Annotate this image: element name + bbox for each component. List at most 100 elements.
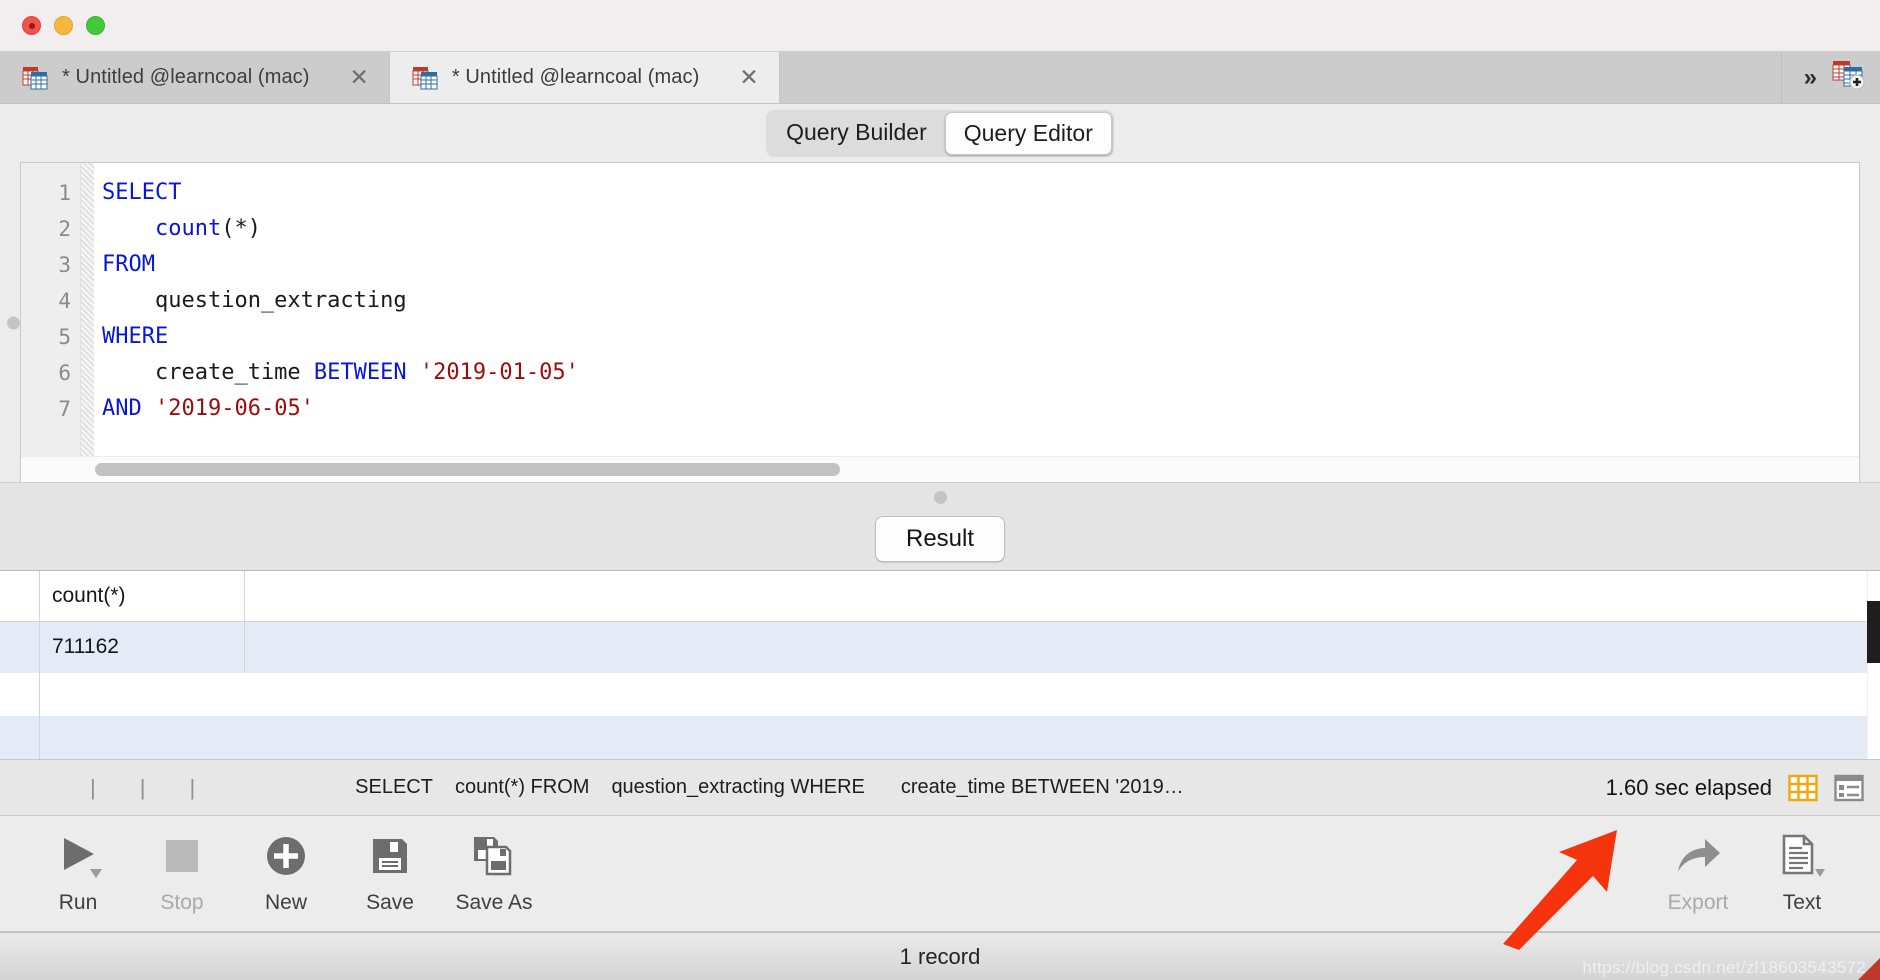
cell-count-value[interactable]: 711162 <box>40 621 245 673</box>
tab-query-editor[interactable]: Query Editor <box>944 111 1112 155</box>
result-tab-button[interactable]: Result <box>874 516 1006 562</box>
plus-circle-icon <box>263 830 309 882</box>
stop-label: Stop <box>160 891 204 914</box>
floppy-disk-icon <box>368 830 412 882</box>
sql-summary-part: SELECT <box>355 776 433 798</box>
code-token: count <box>154 216 222 241</box>
tab-bar-spacer <box>779 52 1782 103</box>
share-arrow-icon <box>1673 830 1723 882</box>
table-row-empty[interactable] <box>0 672 1880 716</box>
text-button[interactable]: Text <box>1750 830 1854 915</box>
line-number: 3 <box>58 253 71 277</box>
tab-title: * Untitled @learncoal (mac) <box>62 66 310 88</box>
code-token: SELECT <box>102 180 182 205</box>
code-line: AND '2019-06-05' <box>102 391 1859 427</box>
export-button[interactable]: Export <box>1646 830 1750 915</box>
stop-button[interactable]: Stop <box>130 830 234 915</box>
scrollbar-thumb[interactable] <box>95 463 840 476</box>
grid-right-scrollbar[interactable] <box>1867 571 1880 759</box>
save-as-button[interactable]: Save As <box>442 830 546 915</box>
close-window-button[interactable] <box>22 16 41 35</box>
column-header-count[interactable]: count(*) <box>40 571 245 621</box>
traffic-light-controls <box>22 16 105 35</box>
database-client-window: * Untitled @learncoal (mac) ✕ * Untitled… <box>0 0 1880 980</box>
footer-status-bar: 1 record https://blog.csdn.net/zl1860354… <box>0 932 1880 980</box>
status-dividers: | | | <box>0 775 195 801</box>
editor-side-handle[interactable] <box>7 316 20 329</box>
new-label: New <box>264 891 307 914</box>
sql-summary: SELECT count(*) FROM question_extracting… <box>355 776 1184 799</box>
code-token: '2019-01-05' <box>419 360 579 385</box>
export-label: Export <box>1667 891 1729 914</box>
sql-editor: 1 2 3 4 5 6 7 SELECT count(*) FROM questi… <box>7 162 1860 482</box>
code-line: FROM <box>102 247 1859 283</box>
tab-bar: * Untitled @learncoal (mac) ✕ * Untitled… <box>0 52 1880 104</box>
run-button[interactable]: Run <box>26 830 130 915</box>
line-number: 7 <box>58 397 71 421</box>
line-number-gutter: 1 2 3 4 5 6 7 <box>21 163 81 456</box>
maximize-window-button[interactable] <box>86 16 105 35</box>
save-button[interactable]: Save <box>338 830 442 915</box>
text-document-icon <box>1778 830 1826 882</box>
sql-summary-part: create_time BETWEEN '2019… <box>900 776 1184 798</box>
watermark-text: https://blog.csdn.net/zl18603543572 <box>1582 958 1866 977</box>
code-line: SELECT <box>102 175 1859 211</box>
form-view-icon[interactable] <box>1834 773 1864 803</box>
tab-untitled-1[interactable]: * Untitled @learncoal (mac) ✕ <box>0 52 390 103</box>
splitter-handle[interactable] <box>933 491 947 504</box>
row-selector-cell[interactable] <box>0 621 40 673</box>
table-row-empty[interactable] <box>0 715 1880 759</box>
tab-query-builder[interactable]: Query Builder <box>768 112 945 155</box>
tab-bar-actions: » <box>1781 52 1880 103</box>
code-token: create_time <box>102 360 314 385</box>
query-status-strip: | | | SELECT count(*) FROM question_extr… <box>0 760 1880 816</box>
code-token: AND <box>102 396 142 421</box>
run-label: Run <box>58 891 98 914</box>
table-icon <box>412 66 438 90</box>
text-label: Text <box>1782 891 1822 914</box>
editor-result-splitter[interactable]: Result <box>0 482 1880 570</box>
column-header-empty[interactable] <box>245 571 269 621</box>
new-table-icon[interactable] <box>1832 60 1866 95</box>
code-token: question_extracting <box>102 288 407 313</box>
code-token: (*) <box>221 216 261 241</box>
sql-summary-part: question_extracting WHERE <box>611 776 865 798</box>
cell-empty[interactable] <box>245 622 269 673</box>
row-selector-header <box>0 571 40 621</box>
grid-view-icon[interactable] <box>1788 773 1818 803</box>
save-label: Save <box>366 891 414 914</box>
table-row[interactable]: 711162 <box>0 621 1880 673</box>
sql-code-text[interactable]: SELECT count(*) FROM question_extracting W… <box>94 163 1859 456</box>
row-selector-cell <box>0 672 40 716</box>
divider-icon: | <box>139 774 146 800</box>
code-token: '2019-06-05' <box>155 396 314 421</box>
close-icon[interactable]: ✕ <box>324 66 369 89</box>
tab-untitled-2[interactable]: * Untitled @learncoal (mac) ✕ <box>389 52 780 103</box>
code-line: create_time BETWEEN '2019-01-05' <box>102 355 1859 391</box>
code-token: BETWEEN <box>313 360 407 385</box>
divider-icon: | <box>90 774 96 800</box>
result-grid-header-row: count(*) <box>0 571 1880 622</box>
code-line: question_extracting <box>102 283 1859 319</box>
code-folding-strip[interactable] <box>81 163 94 456</box>
sql-summary-part: count(*) FROM <box>454 776 590 798</box>
chevron-double-right-icon[interactable]: » <box>1804 64 1817 92</box>
save-as-icon <box>470 830 518 882</box>
record-count-label: 1 record <box>899 943 981 969</box>
new-button[interactable]: New <box>234 830 338 915</box>
corner-mark <box>1858 958 1880 980</box>
editor-horizontal-scrollbar[interactable] <box>21 456 1859 482</box>
save-as-label: Save As <box>455 891 533 914</box>
status-right-group: 1.60 sec elapsed <box>1606 773 1880 803</box>
window-titlebar <box>0 0 1880 52</box>
query-mode-bar: Query Builder Query Editor <box>0 104 1880 162</box>
code-token: WHERE <box>102 324 169 349</box>
line-number: 4 <box>58 289 71 313</box>
tab-title: * Untitled @learncoal (mac) <box>451 66 700 88</box>
close-icon[interactable]: ✕ <box>713 66 758 89</box>
minimize-window-button[interactable] <box>54 16 73 35</box>
elapsed-time-label: 1.60 sec elapsed <box>1605 774 1772 800</box>
